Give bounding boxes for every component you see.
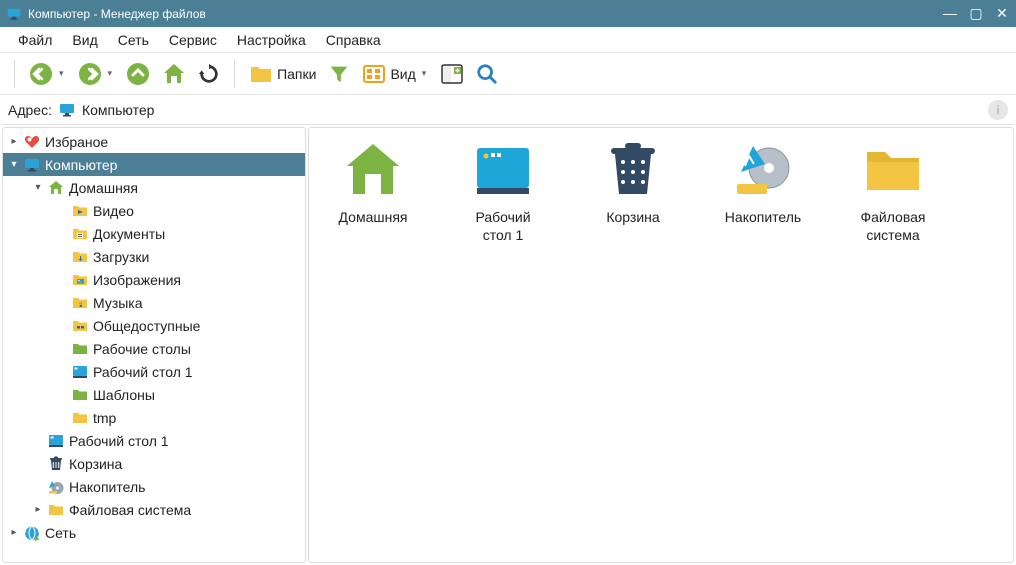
- tree-favorites[interactable]: ▸Избраное: [3, 130, 305, 153]
- dropdown-icon: ▾: [106, 68, 115, 79]
- folder-share-icon: [71, 317, 89, 335]
- titlebar: Компьютер - Менеджер файлов ― ▢ ✕: [0, 0, 1016, 27]
- tree-network[interactable]: ▸Сеть: [3, 521, 305, 544]
- menu-settings[interactable]: Настройка: [227, 28, 316, 52]
- toolbar: ▾ ▾ Папки Вид▾: [0, 53, 1016, 95]
- menu-network[interactable]: Сеть: [108, 28, 159, 52]
- tree-computer[interactable]: ▾Компьютер: [3, 153, 305, 176]
- filter-button[interactable]: [324, 58, 354, 90]
- computer-icon: [58, 101, 76, 119]
- menubar: Файл Вид Сеть Сервис Настройка Справка: [0, 27, 1016, 53]
- tree-storage[interactable]: Накопитель: [3, 475, 305, 498]
- trash-icon: [47, 455, 65, 473]
- item-desktop1[interactable]: Рабочий стол 1: [453, 138, 553, 244]
- menu-help[interactable]: Справка: [316, 28, 391, 52]
- item-filesystem[interactable]: Файловая система: [843, 138, 943, 244]
- tree-desktop1-inner[interactable]: Рабочий стол 1: [3, 360, 305, 383]
- folder-video-icon: [71, 202, 89, 220]
- search-icon: [476, 63, 498, 85]
- folders-button[interactable]: Папки: [245, 58, 320, 90]
- home-icon: [162, 62, 186, 86]
- filter-icon: [328, 63, 350, 85]
- refresh-button[interactable]: [194, 58, 224, 90]
- trash-icon: [601, 138, 665, 202]
- forward-button[interactable]: ▾: [74, 58, 119, 90]
- refresh-icon: [198, 63, 220, 85]
- dropdown-icon: ▾: [57, 68, 66, 79]
- sidebar-tree: ▸Избраное ▾Компьютер ▾Домашняя Видео Док…: [2, 127, 306, 563]
- computer-icon: [23, 156, 41, 174]
- up-button[interactable]: [122, 58, 154, 90]
- close-button[interactable]: ✕: [994, 5, 1010, 22]
- tree-downloads[interactable]: Загрузки: [3, 245, 305, 268]
- heart-icon: [23, 133, 41, 151]
- folder-icon: [249, 62, 273, 86]
- folder-icon: [71, 386, 89, 404]
- back-icon: [29, 62, 53, 86]
- address-path[interactable]: Компьютер: [82, 102, 982, 118]
- folder-down-icon: [71, 248, 89, 266]
- panel-icon: [440, 62, 464, 86]
- maximize-button[interactable]: ▢: [968, 5, 984, 22]
- folder-icon: [861, 138, 925, 202]
- tree-filesystem[interactable]: ▸Файловая система: [3, 498, 305, 521]
- panel-button[interactable]: [436, 58, 468, 90]
- menu-file[interactable]: Файл: [8, 28, 62, 52]
- tree-trash[interactable]: Корзина: [3, 452, 305, 475]
- home-icon: [47, 179, 65, 197]
- tree-music[interactable]: Музыка: [3, 291, 305, 314]
- window-title: Компьютер - Менеджер файлов: [28, 7, 942, 21]
- menu-view[interactable]: Вид: [62, 28, 107, 52]
- tree-home[interactable]: ▾Домашняя: [3, 176, 305, 199]
- menu-service[interactable]: Сервис: [159, 28, 227, 52]
- home-icon: [341, 138, 405, 202]
- addressbar: Адрес: Компьютер i: [0, 95, 1016, 125]
- info-badge[interactable]: i: [988, 100, 1008, 120]
- folder-pic-icon: [71, 271, 89, 289]
- tree-templates[interactable]: Шаблоны: [3, 383, 305, 406]
- folder-icon: [71, 340, 89, 358]
- item-trash[interactable]: Корзина: [583, 138, 683, 244]
- app-icon: [6, 6, 22, 22]
- tree-public[interactable]: Общедоступные: [3, 314, 305, 337]
- back-button[interactable]: ▾: [25, 58, 70, 90]
- view-mode-button[interactable]: Вид▾: [358, 58, 432, 90]
- storage-icon: [47, 478, 65, 496]
- globe-icon: [23, 524, 41, 542]
- content-view[interactable]: Домашняя Рабочий стол 1 Корзина Накопите…: [308, 127, 1014, 563]
- desktop-icon: [47, 432, 65, 450]
- folder-icon: [47, 501, 65, 519]
- tree-tmp[interactable]: tmp: [3, 406, 305, 429]
- tree-videos[interactable]: Видео: [3, 199, 305, 222]
- minimize-button[interactable]: ―: [942, 5, 958, 22]
- storage-icon: [731, 138, 795, 202]
- item-storage[interactable]: Накопитель: [713, 138, 813, 244]
- tree-desktop1[interactable]: Рабочий стол 1: [3, 429, 305, 452]
- search-button[interactable]: [472, 58, 502, 90]
- tree-documents[interactable]: Документы: [3, 222, 305, 245]
- folder-music-icon: [71, 294, 89, 312]
- desktop-icon: [471, 138, 535, 202]
- dropdown-icon: ▾: [420, 68, 429, 79]
- tree-desktops[interactable]: Рабочие столы: [3, 337, 305, 360]
- folder-icon: [71, 409, 89, 427]
- forward-icon: [78, 62, 102, 86]
- grid-icon: [362, 62, 386, 86]
- folder-doc-icon: [71, 225, 89, 243]
- item-home[interactable]: Домашняя: [323, 138, 423, 244]
- tree-pictures[interactable]: Изображения: [3, 268, 305, 291]
- up-icon: [126, 62, 150, 86]
- home-button[interactable]: [158, 58, 190, 90]
- address-label: Адрес:: [8, 102, 52, 118]
- desktop-icon: [71, 363, 89, 381]
